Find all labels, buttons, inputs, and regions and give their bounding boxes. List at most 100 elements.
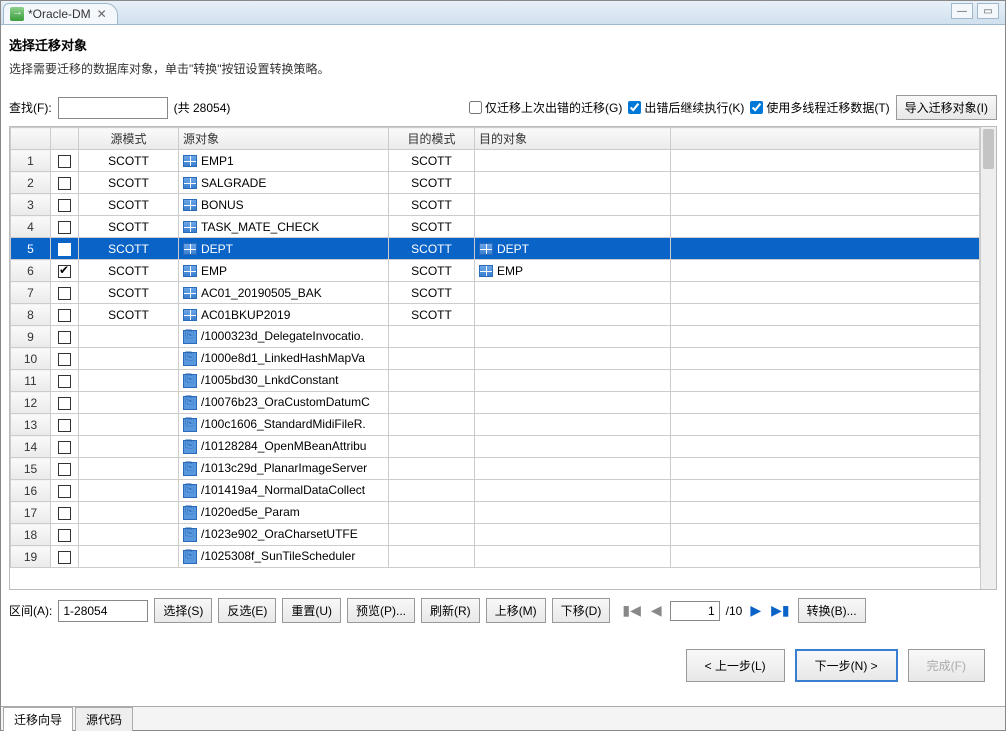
row-checkbox[interactable] — [58, 243, 71, 256]
table-row[interactable]: 7SCOTTAC01_20190505_BAKSCOTT — [11, 282, 980, 304]
row-checkbox[interactable] — [58, 397, 71, 410]
table-row[interactable]: 12/10076b23_OraCustomDatumC — [11, 392, 980, 414]
src-schema-cell: SCOTT — [79, 304, 179, 326]
row-checkbox[interactable] — [58, 265, 71, 278]
row-checkbox[interactable] — [58, 441, 71, 454]
tgt-object-cell — [475, 414, 671, 436]
row-checkbox[interactable] — [58, 221, 71, 234]
tab-wizard[interactable]: 迁移向导 — [3, 707, 73, 731]
row-checkbox[interactable] — [58, 199, 71, 212]
row-checkbox[interactable] — [58, 309, 71, 322]
title-tab[interactable]: *Oracle-DM ✕ — [3, 3, 118, 25]
reset-button[interactable]: 重置(U) — [282, 598, 341, 623]
table-row[interactable]: 4SCOTTTASK_MATE_CHECKSCOTT — [11, 216, 980, 238]
import-objects-button[interactable]: 导入迁移对象(I) — [896, 95, 997, 120]
pager-first-icon[interactable]: ▮◀ — [620, 602, 642, 619]
table-row[interactable]: 2SCOTTSALGRADESCOTT — [11, 172, 980, 194]
row-number: 4 — [11, 216, 51, 238]
pager-page-input[interactable] — [670, 601, 720, 621]
db-icon — [183, 396, 197, 410]
tab-close-icon[interactable]: ✕ — [97, 7, 107, 21]
movedown-button[interactable]: 下移(D) — [552, 598, 611, 623]
back-button[interactable]: < 上一步(L) — [686, 649, 785, 682]
row-checkbox[interactable] — [58, 331, 71, 344]
find-input[interactable] — [58, 97, 168, 119]
row-checkbox[interactable] — [58, 177, 71, 190]
table-row[interactable]: 18/1023e902_OraCharsetUTFE — [11, 524, 980, 546]
only-error-checkbox[interactable]: 仅迁移上次出错的迁移(G) — [469, 99, 622, 116]
vertical-scrollbar[interactable] — [980, 127, 996, 589]
table-icon — [183, 265, 197, 277]
src-schema-cell: SCOTT — [79, 150, 179, 172]
multithread-checkbox[interactable]: 使用多线程迁移数据(T) — [750, 99, 889, 116]
table-row[interactable]: 3SCOTTBONUSSCOTT — [11, 194, 980, 216]
row-checkbox[interactable] — [58, 507, 71, 520]
preview-button[interactable]: 预览(P)... — [347, 598, 415, 623]
pager-next-icon[interactable]: ▶ — [748, 602, 763, 619]
row-checkbox[interactable] — [58, 485, 71, 498]
table-row[interactable]: 9/1000323d_DelegateInvocatio. — [11, 326, 980, 348]
table-row[interactable]: 5SCOTTDEPTSCOTTDEPT — [11, 238, 980, 260]
row-checkbox[interactable] — [58, 287, 71, 300]
col-src-schema[interactable]: 源模式 — [79, 128, 179, 150]
src-schema-cell — [79, 436, 179, 458]
table-row[interactable]: 19/1025308f_SunTileScheduler — [11, 546, 980, 568]
src-schema-cell — [79, 524, 179, 546]
tgt-schema-cell — [389, 348, 475, 370]
col-rownum[interactable] — [11, 128, 51, 150]
row-number: 2 — [11, 172, 51, 194]
col-extra[interactable] — [671, 128, 980, 150]
table-row[interactable]: 14/10128284_OpenMBeanAttribu — [11, 436, 980, 458]
table-row[interactable]: 13/100c1606_StandardMidiFileR. — [11, 414, 980, 436]
row-checkbox[interactable] — [58, 353, 71, 366]
objects-grid[interactable]: 源模式 源对象 目的模式 目的对象 1SCOTTEMP1SCOTT2SCOTTS… — [10, 127, 980, 589]
row-checkbox[interactable] — [58, 155, 71, 168]
row-checkbox[interactable] — [58, 463, 71, 476]
minimize-button[interactable]: ― — [951, 3, 973, 19]
col-tgt-object[interactable]: 目的对象 — [475, 128, 671, 150]
table-row[interactable]: 11/1005bd30_LnkdConstant — [11, 370, 980, 392]
tgt-schema-cell — [389, 502, 475, 524]
refresh-button[interactable]: 刷新(R) — [421, 598, 480, 623]
src-object-cell: /1020ed5e_Param — [179, 502, 389, 524]
moveup-button[interactable]: 上移(M) — [486, 598, 546, 623]
row-checkbox[interactable] — [58, 375, 71, 388]
row-checkbox[interactable] — [58, 419, 71, 432]
range-input[interactable] — [58, 600, 148, 622]
src-schema-cell — [79, 370, 179, 392]
src-schema-cell: SCOTT — [79, 216, 179, 238]
db-icon — [183, 462, 197, 476]
tgt-schema-cell — [389, 458, 475, 480]
next-button[interactable]: 下一步(N) > — [795, 649, 898, 682]
deselect-button[interactable]: 反选(E) — [218, 598, 276, 623]
scrollbar-thumb[interactable] — [983, 129, 994, 169]
row-number: 16 — [11, 480, 51, 502]
table-row[interactable]: 1SCOTTEMP1SCOTT — [11, 150, 980, 172]
tab-sourcecode[interactable]: 源代码 — [75, 707, 133, 731]
table-row[interactable]: 6SCOTTEMPSCOTTEMP — [11, 260, 980, 282]
maximize-button[interactable]: ▭ — [977, 3, 999, 19]
table-row[interactable]: 17/1020ed5e_Param — [11, 502, 980, 524]
table-row[interactable]: 8SCOTTAC01BKUP2019SCOTT — [11, 304, 980, 326]
convert-button[interactable]: 转换(B)... — [798, 598, 866, 623]
table-row[interactable]: 15/1013c29d_PlanarImageServer — [11, 458, 980, 480]
src-object-cell: DEPT — [179, 238, 389, 260]
src-schema-cell: SCOTT — [79, 172, 179, 194]
col-checkbox[interactable] — [51, 128, 79, 150]
pager-prev-icon[interactable]: ◀ — [649, 602, 664, 619]
table-icon — [479, 243, 493, 255]
row-number: 10 — [11, 348, 51, 370]
col-tgt-schema[interactable]: 目的模式 — [389, 128, 475, 150]
src-schema-cell: SCOTT — [79, 238, 179, 260]
tgt-schema-cell — [389, 436, 475, 458]
table-icon — [183, 155, 197, 167]
col-src-object[interactable]: 源对象 — [179, 128, 389, 150]
table-row[interactable]: 16/101419a4_NormalDataCollect — [11, 480, 980, 502]
row-checkbox[interactable] — [58, 529, 71, 542]
select-button[interactable]: 选择(S) — [154, 598, 212, 623]
continue-on-error-checkbox[interactable]: 出错后继续执行(K) — [628, 99, 744, 116]
row-checkbox[interactable] — [58, 551, 71, 564]
pager-last-icon[interactable]: ▶▮ — [769, 602, 791, 619]
row-number: 13 — [11, 414, 51, 436]
table-row[interactable]: 10/1000e8d1_LinkedHashMapVa — [11, 348, 980, 370]
